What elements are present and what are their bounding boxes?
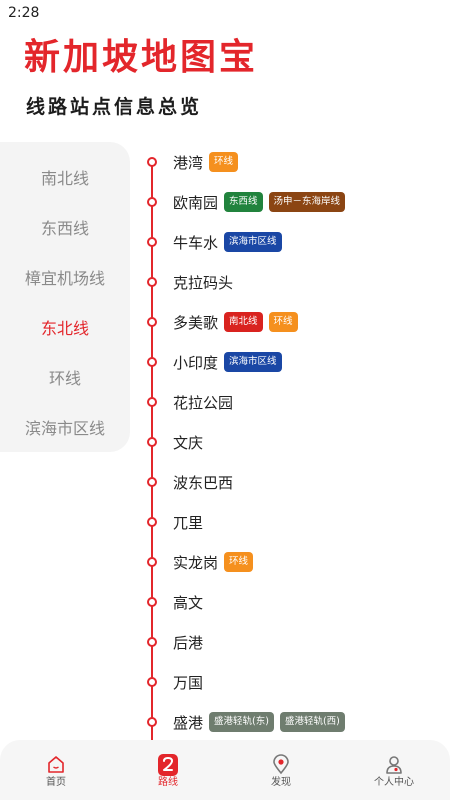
station-dot bbox=[147, 357, 157, 367]
station-name: 克拉码头 bbox=[173, 273, 234, 292]
station-name: 实龙岗 bbox=[173, 553, 219, 572]
station-row[interactable]: 欧南园 东西线 汤申－东海岸线 bbox=[147, 190, 346, 214]
station-name: 港湾 bbox=[173, 153, 204, 172]
station-row[interactable]: 万国 bbox=[147, 670, 203, 694]
status-time: 2:28 bbox=[8, 5, 40, 21]
station-dot bbox=[147, 517, 157, 527]
station-dot bbox=[147, 597, 157, 607]
sidebar-item-changi-airport-line[interactable]: 樟宜机场线 bbox=[0, 259, 130, 299]
station-dot bbox=[147, 157, 157, 167]
sidebar-item-east-west-line[interactable]: 东西线 bbox=[0, 209, 130, 249]
station-row[interactable]: 兀里 bbox=[147, 510, 203, 534]
tab-profile[interactable]: 个人中心 bbox=[338, 740, 450, 800]
tab-route[interactable]: 路线 bbox=[112, 740, 224, 800]
station-name: 波东巴西 bbox=[173, 473, 234, 492]
station-row[interactable]: 文庆 bbox=[147, 430, 203, 454]
station-dot bbox=[147, 557, 157, 567]
station-dot bbox=[147, 277, 157, 287]
station-row[interactable]: 多美歌 南北线 环线 bbox=[147, 310, 298, 334]
station-name: 兀里 bbox=[173, 513, 204, 532]
tab-home[interactable]: 首页 bbox=[0, 740, 112, 800]
home-icon bbox=[48, 756, 64, 773]
interchange-line-badge: 环线 bbox=[224, 552, 254, 572]
interchange-line-badge: 滨海市区线 bbox=[224, 232, 282, 252]
interchange-line-badge: 汤申－东海岸线 bbox=[268, 192, 346, 212]
sidebar-item-north-east-line[interactable]: 东北线 bbox=[0, 309, 130, 349]
page-subtitle: 线路站点信息总览 bbox=[26, 96, 203, 118]
station-name: 高文 bbox=[173, 593, 204, 612]
station-row[interactable]: 克拉码头 bbox=[147, 270, 233, 294]
user-icon bbox=[386, 756, 402, 774]
station-name: 万国 bbox=[173, 673, 204, 692]
station-dot bbox=[147, 317, 157, 327]
station-dot bbox=[147, 197, 157, 207]
station-name: 后港 bbox=[173, 633, 204, 652]
app-title: 新加坡地图宝 bbox=[24, 37, 259, 78]
station-name: 文庆 bbox=[173, 433, 204, 452]
tab-discover-label: 发现 bbox=[271, 777, 291, 788]
station-row[interactable]: 盛港 盛港轻轨(东) 盛港轻轨(西) bbox=[147, 710, 345, 734]
station-name: 花拉公园 bbox=[173, 393, 234, 412]
station-dot bbox=[147, 437, 157, 447]
sidebar-item-downtown-line[interactable]: 滨海市区线 bbox=[0, 409, 130, 449]
interchange-line-badge: 东西线 bbox=[224, 192, 263, 212]
station-name: 小印度 bbox=[173, 353, 219, 372]
station-row[interactable]: 小印度 滨海市区线 bbox=[147, 350, 282, 374]
sidebar-item-circle-line[interactable]: 环线 bbox=[0, 359, 130, 399]
tab-route-label: 路线 bbox=[158, 777, 178, 788]
station-dot bbox=[147, 637, 157, 647]
station-row[interactable]: 实龙岗 环线 bbox=[147, 550, 254, 574]
station-row[interactable]: 牛车水 滨海市区线 bbox=[147, 230, 282, 254]
interchange-line-badge: 盛港轻轨(东) bbox=[209, 712, 274, 732]
interchange-line-badge: 环线 bbox=[209, 152, 239, 172]
station-dot bbox=[147, 677, 157, 687]
status-bar: 2:28 bbox=[0, 0, 450, 26]
interchange-line-badge: 环线 bbox=[268, 312, 298, 332]
tab-profile-label: 个人中心 bbox=[374, 777, 414, 788]
route-icon bbox=[158, 754, 178, 776]
sidebar-item-north-south-line[interactable]: 南北线 bbox=[0, 159, 130, 199]
station-row[interactable]: 后港 bbox=[147, 630, 203, 654]
station-dot bbox=[147, 237, 157, 247]
interchange-line-badge: 滨海市区线 bbox=[224, 352, 282, 372]
station-row[interactable]: 高文 bbox=[147, 590, 203, 614]
station-dot bbox=[147, 397, 157, 407]
station-name: 牛车水 bbox=[173, 233, 219, 252]
tab-discover[interactable]: 发现 bbox=[225, 740, 337, 800]
station-name: 欧南园 bbox=[173, 193, 219, 212]
station-dot bbox=[147, 477, 157, 487]
line-sidebar: 南北线 东西线 樟宜机场线 东北线 环线 滨海市区线 bbox=[0, 142, 130, 452]
interchange-line-badge: 南北线 bbox=[224, 312, 263, 332]
bottom-tab-bar: 首页 路线 发现 个人中心 bbox=[0, 740, 450, 800]
location-pin-icon bbox=[273, 754, 289, 775]
station-name: 多美歌 bbox=[173, 313, 219, 332]
tab-home-label: 首页 bbox=[46, 777, 66, 788]
station-name: 盛港 bbox=[173, 713, 204, 732]
station-row[interactable]: 花拉公园 bbox=[147, 390, 233, 414]
station-row[interactable]: 波东巴西 bbox=[147, 470, 233, 494]
station-row[interactable]: 港湾 环线 bbox=[147, 150, 239, 174]
interchange-line-badge: 盛港轻轨(西) bbox=[279, 712, 345, 732]
station-dot bbox=[147, 717, 157, 727]
